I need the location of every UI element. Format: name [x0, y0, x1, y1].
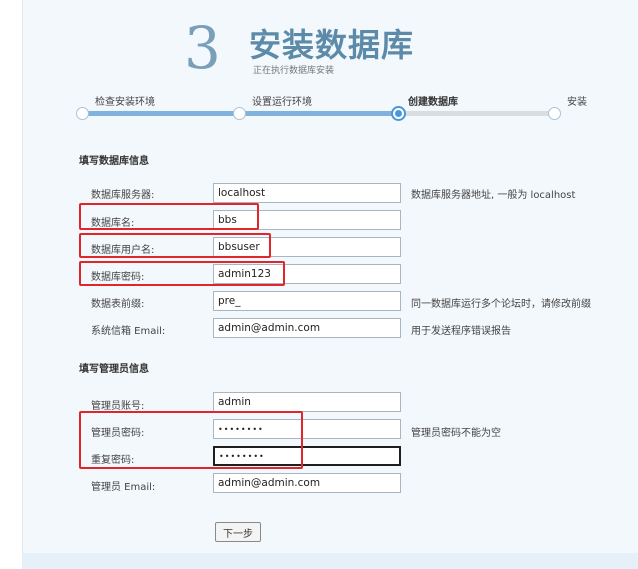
admin-account-label: 管理员账号:	[91, 401, 145, 412]
bottom-strip	[22, 553, 638, 569]
db-server-hint: 数据库服务器地址, 一般为 localhost	[411, 190, 576, 201]
step-node-3-current	[391, 106, 406, 121]
step-label-runtime-env: 设置运行环境	[252, 97, 312, 108]
highlight-db-name	[79, 203, 259, 230]
admin-account-input[interactable]	[213, 392, 401, 412]
system-email-hint: 用于发送程序错误报告	[411, 326, 511, 337]
step-label-check-env: 检查安装环境	[95, 97, 155, 108]
highlight-db-password	[79, 261, 285, 286]
next-step-button[interactable]: 下一步	[215, 522, 261, 542]
db-server-input[interactable]	[213, 183, 401, 203]
table-prefix-label: 数据表前缀:	[91, 299, 145, 310]
step-node-4	[548, 107, 561, 120]
admin-password-hint: 管理员密码不能为空	[411, 428, 501, 439]
admin-email-label: 管理员 Email:	[91, 482, 156, 493]
step-node-1	[76, 107, 89, 120]
db-server-label: 数据库服务器:	[91, 190, 155, 201]
table-prefix-input[interactable]	[213, 291, 401, 311]
admin-email-input[interactable]	[213, 473, 401, 493]
step-label-create-db: 创建数据库	[408, 97, 458, 108]
db-section-title: 填写数据库信息	[79, 156, 149, 167]
step-node-2	[233, 107, 246, 120]
step-number: 3	[184, 14, 221, 82]
highlight-db-user	[79, 233, 271, 258]
table-prefix-hint: 同一数据库运行多个论坛时，请修改前缀	[411, 299, 591, 310]
step-label-install: 安装	[567, 97, 587, 108]
system-email-label: 系统信箱 Email:	[91, 326, 166, 337]
system-email-input[interactable]	[213, 318, 401, 338]
page-title: 安装数据库	[249, 26, 415, 64]
page-subtitle: 正在执行数据库安装	[253, 66, 335, 76]
admin-section-title: 填写管理员信息	[79, 364, 149, 375]
highlight-admin-passwords	[79, 411, 303, 469]
